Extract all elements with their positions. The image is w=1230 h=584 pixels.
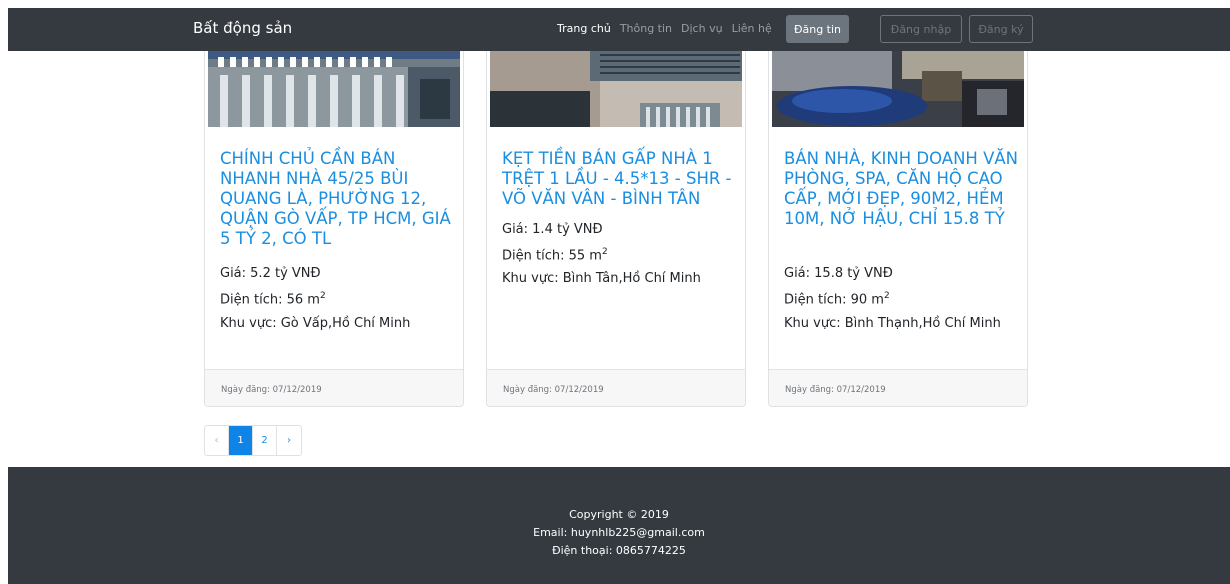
listing-region: Khu vực: Gò Vấp,Hồ Chí Minh [220, 316, 411, 331]
pagination: ‹ 1 2 › [204, 425, 302, 456]
listing-date: Ngày đăng: 07/12/2019 [769, 369, 1027, 406]
login-button[interactable]: Đăng nhập [880, 15, 962, 43]
listing-region: Khu vực: Bình Tân,Hồ Chí Minh [502, 271, 701, 286]
footer-copyright: Copyright © 2019 [569, 508, 669, 521]
listing-date: Ngày đăng: 07/12/2019 [205, 369, 463, 406]
brand-logo-text[interactable]: Bất động sản [193, 19, 292, 37]
footer-phone: Điện thoại: 0865774225 [552, 544, 686, 557]
post-listing-button[interactable]: Đăng tin [786, 15, 849, 43]
listing-price: Giá: 5.2 tỷ VNĐ [220, 266, 321, 281]
nav-link-home[interactable]: Trang chủ [557, 22, 611, 35]
listing-image[interactable] [490, 51, 742, 127]
pagination-prev-button[interactable]: ‹ [205, 426, 229, 455]
footer-email: Email: huynhlb225@gmail.com [533, 526, 705, 539]
listing-title[interactable]: KẸT TIỀN BÁN GẤP NHÀ 1 TRỆT 1 LẦU - 4.5*… [502, 149, 737, 209]
listing-price: Giá: 1.4 tỷ VNĐ [502, 222, 603, 237]
nav-links: Trang chủ Thông tin Dịch vụ Liên hệ [557, 22, 781, 35]
register-button[interactable]: Đăng ký [969, 15, 1033, 43]
listing-price: Giá: 15.8 tỷ VNĐ [784, 266, 893, 281]
pagination-page-1[interactable]: 1 [229, 426, 253, 455]
listing-title[interactable]: BÁN NHÀ, KINH DOANH VĂN PHÒNG, SPA, CĂN … [784, 149, 1019, 229]
listing-title[interactable]: CHÍNH CHỦ CẦN BÁN NHANH NHÀ 45/25 BÙI QU… [220, 149, 455, 249]
pagination-next-button[interactable]: › [277, 426, 301, 455]
listing-area: Diện tích: 56 m2 [220, 291, 326, 308]
nav-link-services[interactable]: Dịch vụ [681, 22, 723, 35]
pagination-page-2[interactable]: 2 [253, 426, 277, 455]
nav-link-info[interactable]: Thông tin [620, 22, 672, 35]
listing-card[interactable]: BÁN NHÀ, KINH DOANH VĂN PHÒNG, SPA, CĂN … [768, 51, 1028, 407]
page-footer: Copyright © 2019 Email: huynhlb225@gmail… [8, 467, 1230, 584]
listing-card[interactable]: KẸT TIỀN BÁN GẤP NHÀ 1 TRỆT 1 LẦU - 4.5*… [486, 51, 746, 407]
listing-image[interactable] [772, 51, 1024, 127]
listing-region: Khu vực: Bình Thạnh,Hồ Chí Minh [784, 316, 1001, 331]
listing-date: Ngày đăng: 07/12/2019 [487, 369, 745, 406]
listing-area: Diện tích: 90 m2 [784, 291, 890, 308]
listing-image[interactable] [208, 51, 460, 127]
listing-area: Diện tích: 55 m2 [502, 247, 608, 264]
listing-card[interactable]: CHÍNH CHỦ CẦN BÁN NHANH NHÀ 45/25 BÙI QU… [204, 51, 464, 407]
nav-link-contact[interactable]: Liên hệ [732, 22, 772, 35]
top-navbar: Bất động sản Trang chủ Thông tin Dịch vụ… [8, 8, 1230, 51]
